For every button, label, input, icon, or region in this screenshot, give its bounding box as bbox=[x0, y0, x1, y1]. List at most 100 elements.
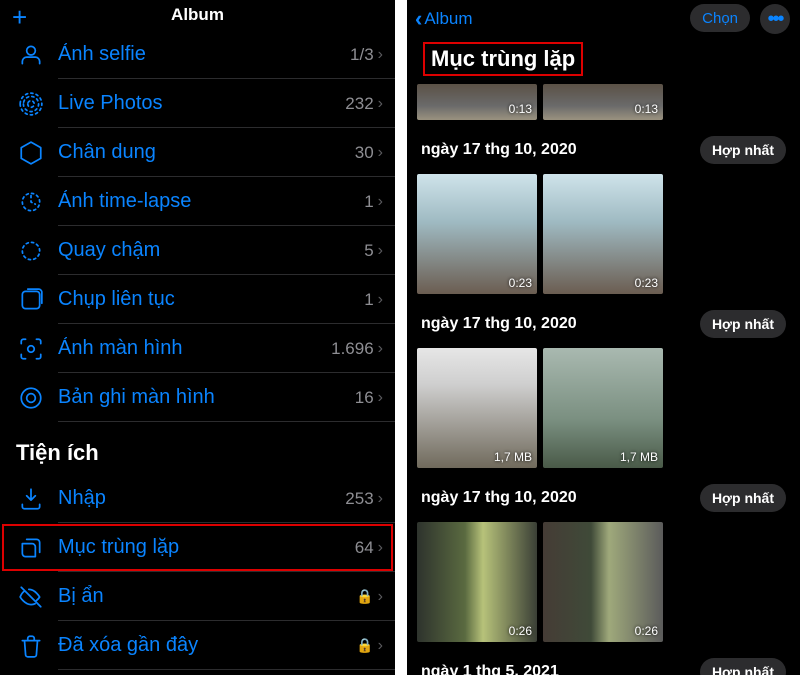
merge-button[interactable]: Hợp nhất bbox=[700, 658, 786, 675]
chevron-right-icon: › bbox=[378, 46, 383, 64]
utilities-list: Nhập 253 › Mục trùng lặp 64 › Bị ẩn 🔒 › … bbox=[0, 474, 395, 670]
util-item-dupes[interactable]: Mục trùng lặp 64 › bbox=[0, 523, 395, 572]
more-button[interactable]: ••• bbox=[760, 4, 790, 34]
media-item-selfie[interactable]: Ảnh selfie 1/3 › bbox=[0, 30, 395, 79]
row-count: 253 bbox=[345, 489, 373, 509]
media-item-timelapse[interactable]: Ảnh time-lapse 1 › bbox=[0, 177, 395, 226]
group-date: ngày 17 thg 10, 2020 bbox=[421, 141, 577, 159]
chevron-right-icon: › bbox=[378, 389, 383, 407]
util-item-trash[interactable]: Đã xóa gần đây 🔒 › bbox=[0, 621, 395, 670]
thumbnail[interactable]: 0:23 bbox=[543, 174, 663, 294]
row-count: 232 bbox=[345, 94, 373, 114]
row-label: Bị ẩn bbox=[58, 585, 356, 608]
row-label: Ảnh selfie bbox=[58, 43, 350, 66]
row-count: 30 bbox=[355, 143, 374, 163]
thumbnail[interactable]: 0:26 bbox=[417, 522, 537, 642]
util-item-import[interactable]: Nhập 253 › bbox=[0, 474, 395, 523]
selfie-icon bbox=[16, 40, 46, 70]
row-count: 64 bbox=[355, 538, 374, 558]
thumbnail[interactable]: 0:26 bbox=[543, 522, 663, 642]
chevron-right-icon: › bbox=[378, 490, 383, 508]
row-count: 16 bbox=[355, 388, 374, 408]
duration-badge: 0:26 bbox=[635, 624, 658, 638]
merge-button[interactable]: Hợp nhất bbox=[700, 484, 786, 512]
media-item-slomo[interactable]: Quay chậm 5 › bbox=[0, 226, 395, 275]
chevron-right-icon: › bbox=[378, 539, 383, 557]
utilities-header: Tiện ích bbox=[0, 422, 395, 474]
row-label: Ảnh time-lapse bbox=[58, 190, 364, 213]
thumbnail[interactable]: 0:23 bbox=[417, 174, 537, 294]
duplicates-pane: ‹ Album Chọn ••• Mục trùng lặp 0:130:13 … bbox=[407, 0, 800, 675]
group-date: ngày 17 thg 10, 2020 bbox=[421, 315, 577, 333]
row-label: Quay chậm bbox=[58, 239, 364, 262]
thumbnail[interactable]: 1,7 MB bbox=[417, 348, 537, 468]
screenrec-icon bbox=[16, 383, 46, 413]
row-label: Bản ghi màn hình bbox=[58, 386, 355, 409]
chevron-right-icon: › bbox=[378, 193, 383, 211]
lock-icon: 🔒 bbox=[356, 637, 373, 654]
trash-icon bbox=[16, 631, 46, 661]
live-icon bbox=[16, 89, 46, 119]
chevron-right-icon: › bbox=[378, 144, 383, 162]
row-label: Mục trùng lặp bbox=[58, 536, 355, 559]
duration-badge: 0:23 bbox=[635, 276, 658, 290]
chevron-right-icon: › bbox=[378, 242, 383, 260]
duration-badge: 1,7 MB bbox=[620, 450, 658, 464]
chevron-right-icon: › bbox=[378, 588, 383, 606]
duplicate-groups: ngày 17 thg 10, 2020 Hợp nhất 0:23 0:23 n… bbox=[407, 126, 800, 675]
add-album-button[interactable]: + bbox=[12, 4, 27, 30]
merge-button[interactable]: Hợp nhất bbox=[700, 136, 786, 164]
duplicate-group: ngày 17 thg 10, 2020 Hợp nhất 0:23 0:23 bbox=[407, 126, 800, 300]
media-item-portrait[interactable]: Chân dung 30 › bbox=[0, 128, 395, 177]
chevron-left-icon: ‹ bbox=[415, 6, 422, 32]
page-title-wrap: Mục trùng lặp bbox=[407, 36, 800, 84]
select-button[interactable]: Chọn bbox=[690, 4, 750, 32]
duration-badge: 1,7 MB bbox=[494, 450, 532, 464]
row-count: 1 bbox=[364, 192, 373, 212]
thumbnail[interactable]: 0:13 bbox=[543, 84, 663, 120]
duplicates-header: ‹ Album Chọn ••• bbox=[407, 0, 800, 36]
duplicate-group: ngày 17 thg 10, 2020 Hợp nhất 1,7 MB1,7 … bbox=[407, 300, 800, 474]
back-button[interactable]: ‹ Album bbox=[415, 6, 473, 32]
back-label: Album bbox=[424, 9, 472, 29]
row-label: Live Photos bbox=[58, 92, 345, 115]
burst-icon bbox=[16, 285, 46, 315]
media-item-burst[interactable]: Chụp liên tục 1 › bbox=[0, 275, 395, 324]
duration-badge: 0:23 bbox=[509, 276, 532, 290]
ellipsis-icon: ••• bbox=[767, 8, 782, 31]
media-types-list: Ảnh selfie 1/3 › Live Photos 232 › Chân … bbox=[0, 30, 395, 422]
row-label: Chụp liên tục bbox=[58, 288, 364, 311]
row-label: Đã xóa gần đây bbox=[58, 634, 356, 657]
page-title: Mục trùng lặp bbox=[423, 42, 583, 76]
group-date: ngày 1 thg 5, 2021 bbox=[421, 663, 559, 675]
duplicate-group: ngày 1 thg 5, 2021 Hợp nhất bbox=[407, 648, 800, 675]
screenshot-icon bbox=[16, 334, 46, 364]
thumb-row: 0:23 0:23 bbox=[417, 174, 790, 294]
util-item-hidden[interactable]: Bị ẩn 🔒 › bbox=[0, 572, 395, 621]
row-count: 5 bbox=[364, 241, 373, 261]
chevron-right-icon: › bbox=[378, 291, 383, 309]
merge-button[interactable]: Hợp nhất bbox=[700, 310, 786, 338]
duration-badge: 0:26 bbox=[509, 624, 532, 638]
thumbnail[interactable]: 1,7 MB bbox=[543, 348, 663, 468]
media-item-screenrec[interactable]: Bản ghi màn hình 16 › bbox=[0, 373, 395, 422]
row-count: 1 bbox=[364, 290, 373, 310]
duration-badge: 0:13 bbox=[509, 102, 532, 116]
duration-badge: 0:13 bbox=[635, 102, 658, 116]
thumb-row: 1,7 MB 1,7 MB bbox=[417, 348, 790, 468]
media-item-screenshot[interactable]: Ảnh màn hình 1.696 › bbox=[0, 324, 395, 373]
album-list-pane: + Album Ảnh selfie 1/3 › Live Photos 232… bbox=[0, 0, 395, 675]
chevron-right-icon: › bbox=[378, 637, 383, 655]
slomo-icon bbox=[16, 236, 46, 266]
dupes-icon bbox=[16, 533, 46, 563]
import-icon bbox=[16, 484, 46, 514]
thumb-row: 0:26 0:26 bbox=[417, 522, 790, 642]
thumb-row: 0:13 0:13 bbox=[417, 84, 790, 120]
chevron-right-icon: › bbox=[378, 340, 383, 358]
thumbnail[interactable]: 0:13 bbox=[417, 84, 537, 120]
portrait-icon bbox=[16, 138, 46, 168]
chevron-right-icon: › bbox=[378, 95, 383, 113]
row-label: Chân dung bbox=[58, 141, 355, 164]
media-item-live[interactable]: Live Photos 232 › bbox=[0, 79, 395, 128]
album-title: Album bbox=[171, 5, 224, 25]
